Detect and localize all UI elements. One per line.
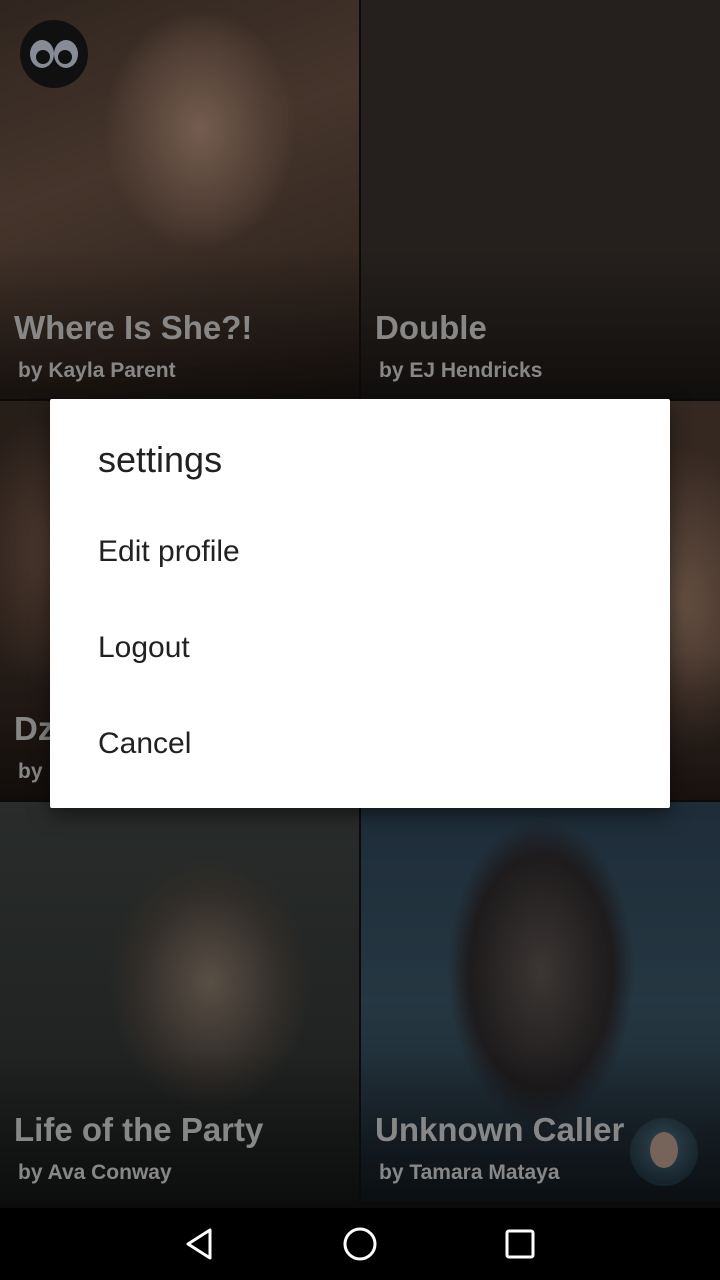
edit-profile-option[interactable]: Edit profile bbox=[50, 504, 670, 600]
cancel-option[interactable]: Cancel bbox=[50, 696, 670, 792]
logout-option[interactable]: Logout bbox=[50, 600, 670, 696]
settings-dialog: settings Edit profile Logout Cancel bbox=[50, 399, 670, 808]
dialog-title: settings bbox=[98, 439, 223, 480]
option-label: Cancel bbox=[98, 727, 192, 760]
back-triangle-icon[interactable] bbox=[170, 1220, 230, 1268]
recents-square-icon[interactable] bbox=[490, 1220, 550, 1268]
option-label: Edit profile bbox=[98, 535, 240, 568]
system-navigation-bar bbox=[0, 1208, 720, 1280]
home-circle-icon[interactable] bbox=[330, 1220, 390, 1268]
option-label: Logout bbox=[98, 631, 190, 664]
